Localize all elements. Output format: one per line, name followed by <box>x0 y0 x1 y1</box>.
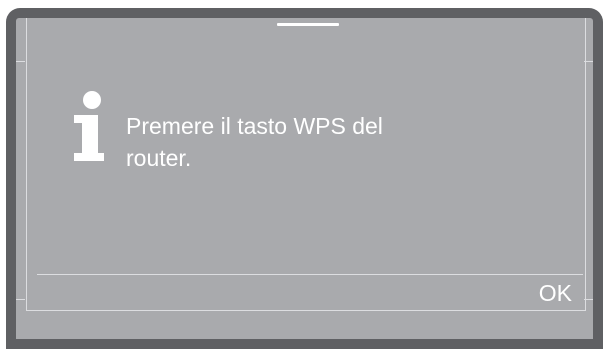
device-bezel: Premere il tasto WPS del router. OK <box>6 8 603 349</box>
divider <box>37 274 583 275</box>
info-icon <box>74 91 104 161</box>
frame-tick <box>16 299 25 300</box>
message-line: Premere il tasto WPS del <box>126 113 383 139</box>
message-line: router. <box>126 145 192 171</box>
display-screen: Premere il tasto WPS del router. OK <box>16 18 593 339</box>
dialog-message: Premere il tasto WPS del router. <box>126 110 466 174</box>
ok-button[interactable]: OK <box>506 275 586 311</box>
frame-tick <box>16 61 25 62</box>
info-dialog: Premere il tasto WPS del router. <box>26 18 586 311</box>
